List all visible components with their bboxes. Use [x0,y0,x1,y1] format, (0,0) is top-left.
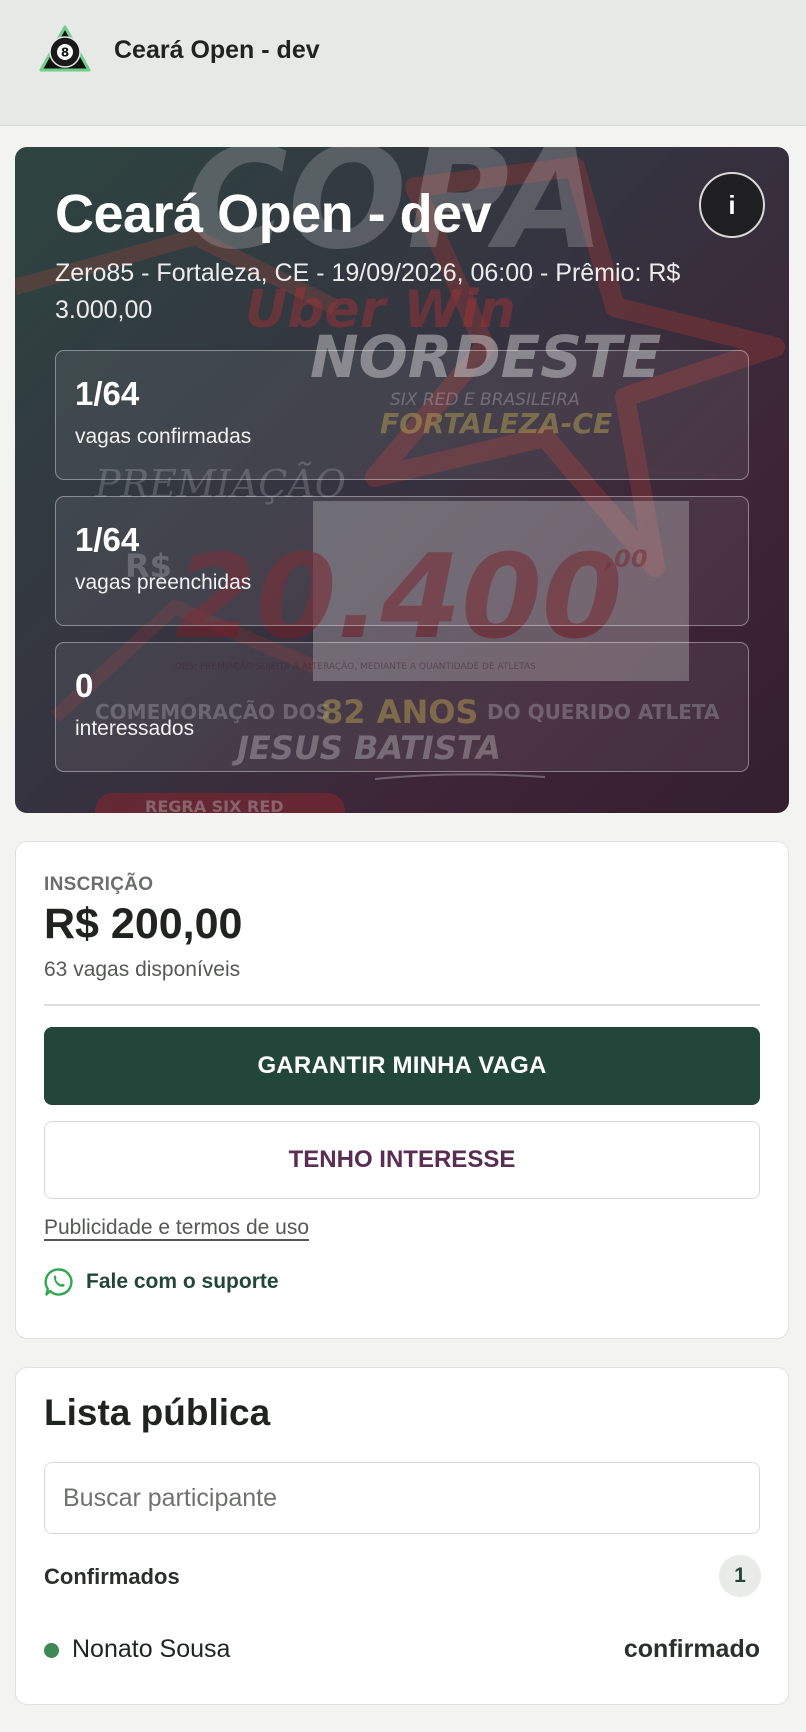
stat-label: vagas preenchidas [75,571,252,594]
stat-interested: 0 interessados [55,642,749,772]
stat-value: 0 [75,667,94,704]
registration-price: R$ 200,00 [44,900,243,948]
list-item: Nonato Sousa confirmado [44,1630,760,1670]
reserve-spot-button[interactable]: GARANTIR MINHA VAGA [44,1027,760,1105]
event-details: Zero85 - Fortaleza, CE - 19/09/2026, 06:… [55,259,681,324]
divider [44,1004,760,1006]
top-bar: 8 Ceará Open - dev [0,0,806,126]
support-label: Fale com o suporte [86,1270,279,1293]
svg-text:8: 8 [61,46,69,60]
event-title: Ceará Open - dev [55,184,492,244]
stat-label: interessados [75,717,195,740]
participant-status: confirmado [623,1635,760,1663]
participant-name: Nonato Sousa [72,1635,231,1663]
participant-search-input[interactable] [44,1462,760,1534]
billiard-8-ball-icon[interactable]: 8 [38,24,92,78]
info-button[interactable]: i [699,172,765,238]
stat-label: vagas confirmadas [75,425,252,448]
app-title: Ceará Open - dev [114,36,320,64]
confirmed-count-badge: 1 [719,1555,761,1597]
confirmed-section-label: Confirmados [44,1564,180,1589]
support-link[interactable]: Fale com o suporte [44,1266,279,1298]
registration-card: INSCRIÇÃO R$ 200,00 63 vagas disponíveis… [15,841,789,1339]
event-hero: COPA Uber Win NORDESTE SIX RED E BRASILE… [15,147,789,813]
stat-filled: 1/64 vagas preenchidas [55,496,749,626]
status-dot [44,1643,59,1658]
interested-button[interactable]: TENHO INTERESSE [44,1121,760,1199]
info-icon: i [728,189,736,220]
whatsapp-icon [44,1268,73,1296]
stat-value: 1/64 [75,375,140,412]
public-list-card: Lista pública Confirmados 1 Nonato Sousa… [15,1367,789,1705]
stat-confirmed: 1/64 vagas confirmadas [55,350,749,480]
stat-value: 1/64 [75,521,140,558]
public-list-title: Lista pública [44,1392,271,1433]
terms-link[interactable]: Publicidade e termos de uso [44,1216,309,1240]
spots-available: 63 vagas disponíveis [44,958,241,981]
registration-label: INSCRIÇÃO [44,874,154,895]
